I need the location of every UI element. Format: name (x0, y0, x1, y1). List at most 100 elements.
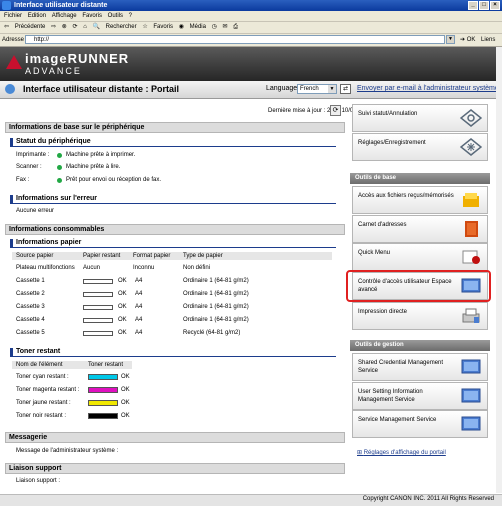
printer-icon (462, 308, 480, 323)
forward-button[interactable]: ⇨ (51, 24, 56, 30)
menu-help[interactable]: ? (129, 13, 132, 19)
service-management-button[interactable]: Service Management Service (352, 410, 488, 438)
printer-status: Machine prête à imprimer. (66, 152, 136, 158)
language-select[interactable]: French ▼ (297, 84, 337, 94)
home-icon[interactable]: ⌂ (83, 24, 87, 30)
paper-info-header: Informations papier (10, 239, 336, 248)
paper-type: Ordinaire 1 (64-81 g/m2) (183, 278, 249, 284)
maximize-button[interactable]: □ (479, 1, 489, 10)
media-button[interactable]: ◉ Média (179, 24, 206, 30)
management-tools-header: Outils de gestion (350, 340, 490, 351)
address-book-icon (465, 221, 478, 237)
paper-source: Cassette 5 (16, 330, 45, 336)
paper-level-bar (83, 305, 113, 310)
scanner-status: Machine prête à lire. (66, 164, 121, 170)
page-title: Interface utilisateur distante : Portail (23, 84, 180, 94)
paper-size: A4 (135, 317, 143, 323)
settings-registration-button[interactable]: Réglages/Enregistrement (352, 133, 488, 161)
user-setting-label: User Setting Information Management Serv… (358, 389, 423, 403)
col-size: Format papier (133, 253, 171, 259)
paper-size: A4 (135, 278, 143, 284)
email-admin-link[interactable]: Envoyer par e-mail à l'administrateur sy… (357, 85, 499, 92)
menu-edition[interactable]: Edition (28, 13, 46, 19)
menu-affichage[interactable]: Affichage (52, 13, 77, 19)
stop-icon[interactable]: ⊗ (62, 24, 67, 30)
address-book-button[interactable]: Carnet d'adresses (352, 215, 488, 243)
status-cancel-label: Suivi statut/Annulation (358, 111, 418, 117)
service-management-label: Service Management Service (358, 417, 437, 423)
refresh-icon[interactable]: ⟳ (72, 24, 77, 30)
address-label: Adresse (2, 37, 25, 43)
status-monitor-icon (460, 109, 482, 127)
menu-fichier[interactable]: Fichier (4, 13, 22, 19)
col-source: Source papier (16, 253, 54, 259)
minimize-button[interactable]: _ (468, 1, 478, 10)
toner-level-bar (88, 400, 118, 406)
close-button[interactable]: × (490, 1, 500, 10)
go-button[interactable]: ➔ OK (460, 34, 475, 46)
language-apply-button[interactable]: ⇄ (340, 84, 351, 94)
device-status-header: Statut du périphérique (10, 138, 336, 147)
menu-favoris[interactable]: Favoris (82, 13, 102, 19)
section-messages: Messagerie (5, 432, 345, 443)
printer-label: Imprimante : (16, 152, 50, 158)
search-button[interactable]: 🔍 Rechercher (92, 24, 136, 30)
scrollbar[interactable] (496, 47, 502, 493)
toner-name: Toner jaune restant : (16, 400, 71, 406)
favorites-label: Favoris (153, 24, 174, 30)
paper-remaining: OK (118, 291, 127, 297)
window-controls: _ □ × (468, 1, 500, 10)
status-ok-icon (57, 178, 62, 183)
paper-remaining: OK (118, 330, 127, 336)
portal-display-settings-link[interactable]: ⊞ Réglages d'affichage du portail (357, 449, 446, 456)
status-ok-icon (57, 165, 62, 170)
window-title: Interface utilisateur distante (14, 2, 108, 9)
media-label: Média (189, 24, 206, 30)
back-label: Précédente (14, 24, 46, 30)
error-value: Aucune erreur (16, 208, 55, 214)
monitor-icon (461, 359, 481, 374)
col-remaining: Papier restant (83, 253, 121, 259)
monitor-icon (461, 416, 481, 431)
history-icon[interactable]: ◷ (212, 24, 217, 30)
received-files-button[interactable]: Accès aux fichiers reçus/mémorisés (352, 186, 488, 214)
brand-name: imageRUNNER (25, 51, 130, 66)
favorites-button[interactable]: ☆ Favoris (142, 24, 173, 30)
selection-highlight (346, 270, 491, 302)
paper-level-bar (83, 331, 113, 336)
menu-outils[interactable]: Outils (108, 13, 123, 19)
col-toner-remaining: Toner restant (88, 362, 124, 368)
paper-size: A4 (135, 330, 143, 336)
quick-menu-button[interactable]: Quick Menu (352, 243, 488, 271)
support-link-label: Liaison support : (16, 478, 61, 484)
user-setting-button[interactable]: User Setting Information Management Serv… (352, 382, 488, 410)
scanner-label: Scanner : (16, 164, 42, 170)
received-files-label: Accès aux fichiers reçus/mémorisés (358, 193, 454, 199)
mail-icon[interactable]: ✉ (223, 24, 228, 30)
refresh-button[interactable]: ⟳ (330, 105, 341, 116)
paper-level-bar (83, 279, 113, 284)
col-type: Type de papier (183, 253, 223, 259)
shared-credential-label: Shared Credential Management Service (358, 360, 444, 374)
paper-type: Non défini (183, 265, 211, 271)
direct-print-button[interactable]: Impression directe (352, 302, 488, 330)
address-dropdown-icon[interactable]: ▼ (446, 35, 455, 44)
paper-level-bar (83, 292, 113, 297)
shared-credential-button[interactable]: Shared Credential Management Service (352, 353, 488, 381)
portal-settings-label: Réglages d'affichage du portail (363, 450, 446, 456)
toner-level-bar (88, 387, 118, 393)
address-book-label: Carnet d'adresses (358, 222, 407, 228)
toner-status: OK (121, 374, 130, 380)
address-input[interactable]: http:// (25, 35, 445, 44)
paper-source: Cassette 3 (16, 304, 45, 310)
links-button[interactable]: Liens (481, 34, 495, 46)
paper-remaining: OK (118, 278, 127, 284)
paper-type: Ordinaire 1 (64-81 g/m2) (183, 304, 249, 310)
section-support: Liaison support (5, 463, 345, 474)
language-label: Language (266, 85, 298, 92)
status-cancel-button[interactable]: Suivi statut/Annulation (352, 104, 488, 132)
back-button[interactable]: ⇦ Précédente (4, 24, 45, 30)
print-icon[interactable]: ⎙ (233, 24, 238, 30)
quick-menu-icon (462, 250, 480, 264)
paper-size: A4 (135, 291, 143, 297)
